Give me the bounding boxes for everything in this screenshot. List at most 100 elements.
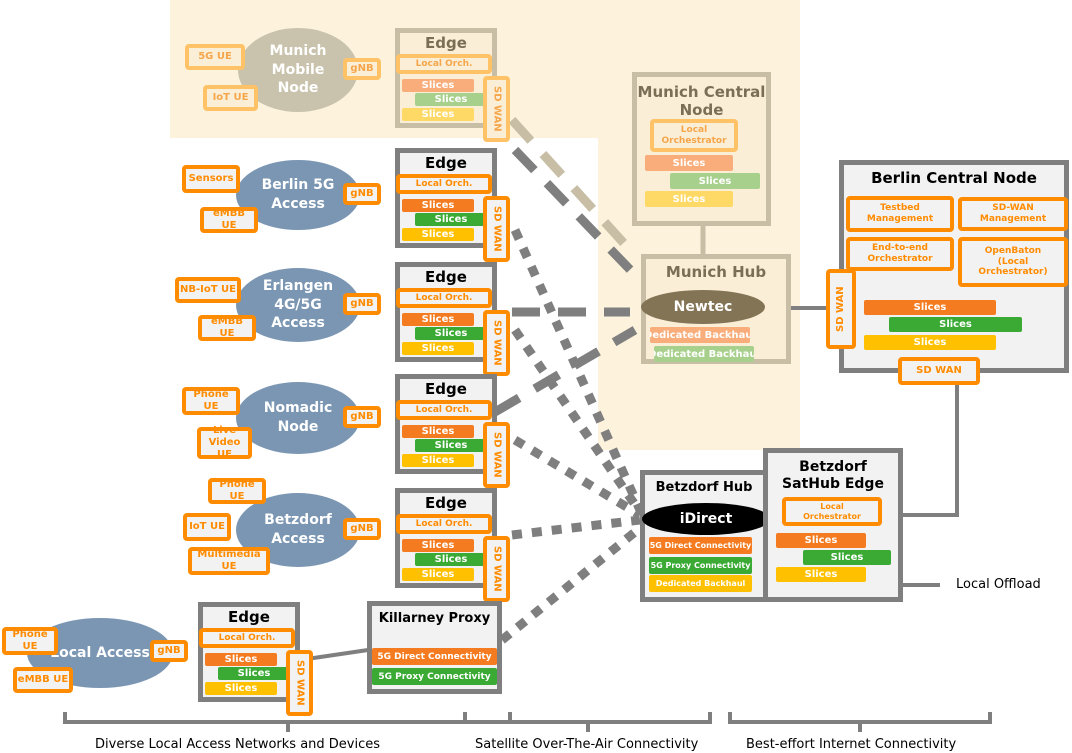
section-label-internet: Best-effort Internet Connectivity [746, 737, 957, 752]
local-orch[interactable]: Local Orch. [396, 514, 492, 534]
slice-bar: Slices [402, 342, 474, 355]
edge-box: Edge Local Orch. Slices Slices Slices [395, 374, 497, 474]
slice-bar: Slices [803, 550, 891, 565]
edge-title: Edge [228, 608, 270, 626]
edge-box: Edge Local Orch. Slices Slices Slices [395, 148, 497, 248]
ue-device[interactable]: eMBB UE [200, 207, 258, 233]
edge-box: Edge Local Orch. Slices Slices Slices [198, 602, 300, 702]
sdwan-box[interactable]: SD WAN [286, 650, 313, 716]
gnb-box[interactable]: gNB [343, 406, 381, 428]
killarney-betzdorf-link [499, 524, 643, 644]
betzdorf-access-link [511, 515, 641, 540]
betzdorf-sathub-edge: Betzdorf SatHub Edge Local Orchestrator … [763, 448, 903, 602]
slice-bar: Slices [402, 108, 474, 121]
slice-bar: Slices [415, 553, 487, 566]
slice-bar: Slices [415, 439, 487, 452]
local-offload-label: Local Offload [956, 577, 1041, 592]
slice-bar: Slices [864, 335, 996, 350]
slice-bar: Slices [415, 93, 487, 106]
gnb-box[interactable]: gNB [343, 58, 381, 80]
gnb-box[interactable]: gNB [343, 183, 381, 205]
sdwan-box[interactable]: SD WAN [483, 310, 510, 376]
ue-device[interactable]: Phone UE [208, 478, 266, 504]
local-orch[interactable]: Local Orch. [396, 174, 492, 194]
edge-title: Edge [425, 494, 467, 512]
ue-device[interactable]: IoT UE [183, 513, 231, 541]
ue-device[interactable]: NB-IoT UE [175, 277, 241, 303]
sathub-local-orchestrator[interactable]: Local Orchestrator [782, 497, 882, 526]
slice-bar: Slices [415, 327, 487, 340]
slice-bar: Slices [645, 191, 733, 207]
edge-title: Edge [425, 380, 467, 398]
local-orch[interactable]: Local Orch. [396, 400, 492, 420]
slice-bar: Slices [776, 533, 866, 548]
edge-title: Edge [425, 34, 467, 52]
slice-bar: Slices [218, 667, 290, 680]
berlin-betzdorf-link [510, 228, 645, 512]
gnb-box[interactable]: gNB [343, 293, 381, 315]
berlin-central-title: Berlin Central Node [871, 169, 1037, 187]
edge-box: Edge Local Orch. Slices Slices Slices [395, 262, 497, 362]
munich-local-orchestrator[interactable]: Local Orchestrator [650, 119, 738, 152]
service-bar: 5G Proxy Connectivity [649, 557, 752, 574]
slice-bar: Slices [402, 539, 474, 552]
slice-bar: Slices [670, 173, 760, 189]
edge-box: Edge Local Orch. Slices Slices Slices [395, 28, 497, 128]
munich-mobile-link [508, 116, 634, 254]
sdwan-management[interactable]: SD-WAN Management [958, 197, 1068, 231]
service-bar: Dedicated Backhaul [649, 575, 752, 592]
ue-device[interactable]: Sensors [182, 165, 240, 193]
berlin-sdwan-bottom[interactable]: SD WAN [898, 357, 980, 385]
berlin-munich-link [511, 146, 644, 284]
slice-bar: Slices [776, 567, 866, 582]
ue-device[interactable]: eMBB UE [198, 315, 256, 341]
berlin-central-node: Berlin Central Node Testbed Management S… [839, 160, 1069, 373]
edge-title: Edge [425, 154, 467, 172]
sdwan-box[interactable]: SD WAN [483, 536, 510, 602]
service-bar: 5G Direct Connectivity [649, 537, 752, 554]
betzdorf-hub-title: Betzdorf Hub [655, 480, 753, 495]
killarney-proxy: Killarney Proxy 5G Direct Connectivity 5… [367, 601, 502, 694]
ue-device[interactable]: 5G UE [185, 44, 245, 70]
slice-bar: Slices [205, 653, 277, 666]
betzdorf-hub: Betzdorf Hub iDirect 5G Direct Connectiv… [640, 470, 770, 602]
erlangen-betzdorf-link [511, 327, 644, 515]
killarney-title: Killarney Proxy [378, 611, 491, 626]
slice-bar: Slices [402, 568, 474, 581]
ue-device[interactable]: eMBB UE [13, 667, 73, 693]
slice-bar: Slices [402, 425, 474, 438]
backhaul-bar: Dedicated Backhaul [650, 327, 750, 343]
ue-device[interactable]: Phone UE [182, 387, 240, 415]
slice-bar: Slices [645, 155, 733, 171]
testbed-management[interactable]: Testbed Management [846, 196, 954, 232]
slice-bar: Slices [205, 682, 277, 695]
munich-hub-title: Munich Hub [665, 263, 767, 281]
ue-device[interactable]: Live Video UE [197, 425, 252, 460]
local-orch[interactable]: Local Orch. [396, 288, 492, 308]
section-label-access: Diverse Local Access Networks and Device… [95, 737, 381, 752]
local-orch[interactable]: Local Orch. [396, 54, 492, 74]
slice-bar: Slices [402, 454, 474, 467]
newtec-ellipse: Newtec [641, 290, 765, 324]
end-to-end-orchestrator[interactable]: End-to-end Orchestrator [846, 237, 954, 271]
idirect-ellipse: iDirect [642, 503, 770, 535]
local-orch[interactable]: Local Orch. [199, 628, 295, 648]
openbaton-orchestrator[interactable]: OpenBaton (Local Orchestrator) [958, 237, 1068, 287]
gnb-box[interactable]: gNB [150, 640, 188, 662]
ue-device[interactable]: Multimedia UE [188, 547, 270, 575]
berlin-sdwan-side[interactable]: SD WAN [826, 269, 856, 349]
ue-device[interactable]: Phone UE [2, 627, 58, 655]
edge-box: Edge Local Orch. Slices Slices Slices [395, 488, 497, 588]
slice-bar: Slices [402, 228, 474, 241]
slice-bar: Slices [864, 300, 996, 315]
sdwan-box[interactable]: SD WAN [483, 196, 510, 262]
slice-bar: Slices [402, 79, 474, 92]
backhaul-bar: Dedicated Backhaul [654, 346, 754, 362]
ue-device[interactable]: IoT UE [203, 85, 258, 111]
edge-title: Edge [425, 268, 467, 286]
slice-bar: Slices [889, 317, 1022, 332]
section-label-satellite: Satellite Over-The-Air Connectivity [475, 737, 699, 752]
sdwan-box[interactable]: SD WAN [483, 422, 510, 488]
sdwan-box[interactable]: SD WAN [483, 76, 510, 142]
gnb-box[interactable]: gNB [343, 518, 381, 540]
